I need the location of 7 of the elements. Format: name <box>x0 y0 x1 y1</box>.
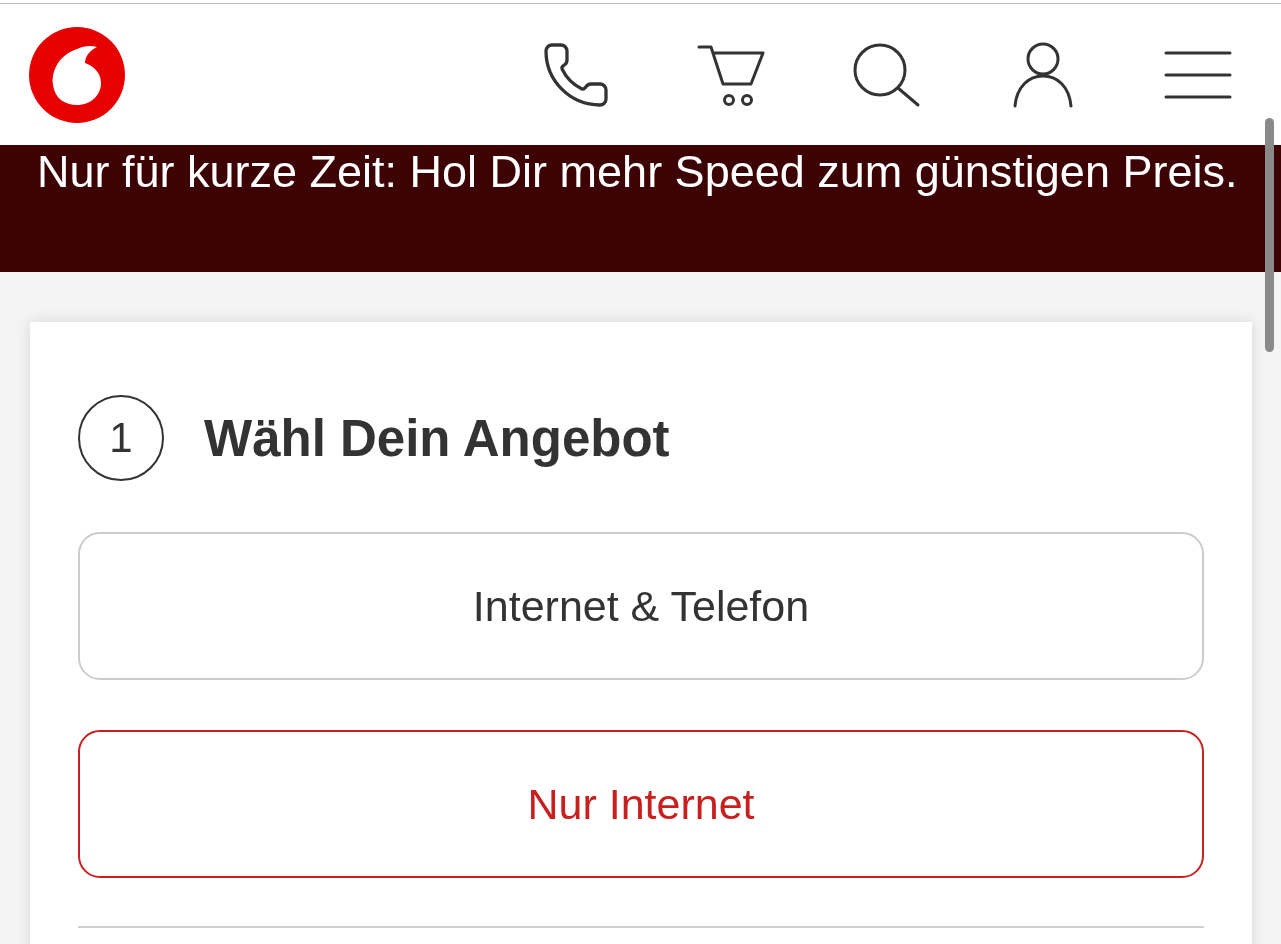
step-title: Wähl Dein Angebot <box>204 408 670 468</box>
scrollbar-thumb[interactable] <box>1265 118 1274 352</box>
banner-text: Nur für kurze Zeit: Hol Dir mehr Speed zum günstigen Preis. <box>37 145 1238 199</box>
logo-icon[interactable] <box>29 26 125 123</box>
offer-option-button[interactable]: Internet & Telefon <box>78 532 1204 680</box>
step-number: 1 <box>78 395 164 481</box>
offer-option-button[interactable]: Nur Internet <box>78 730 1204 878</box>
